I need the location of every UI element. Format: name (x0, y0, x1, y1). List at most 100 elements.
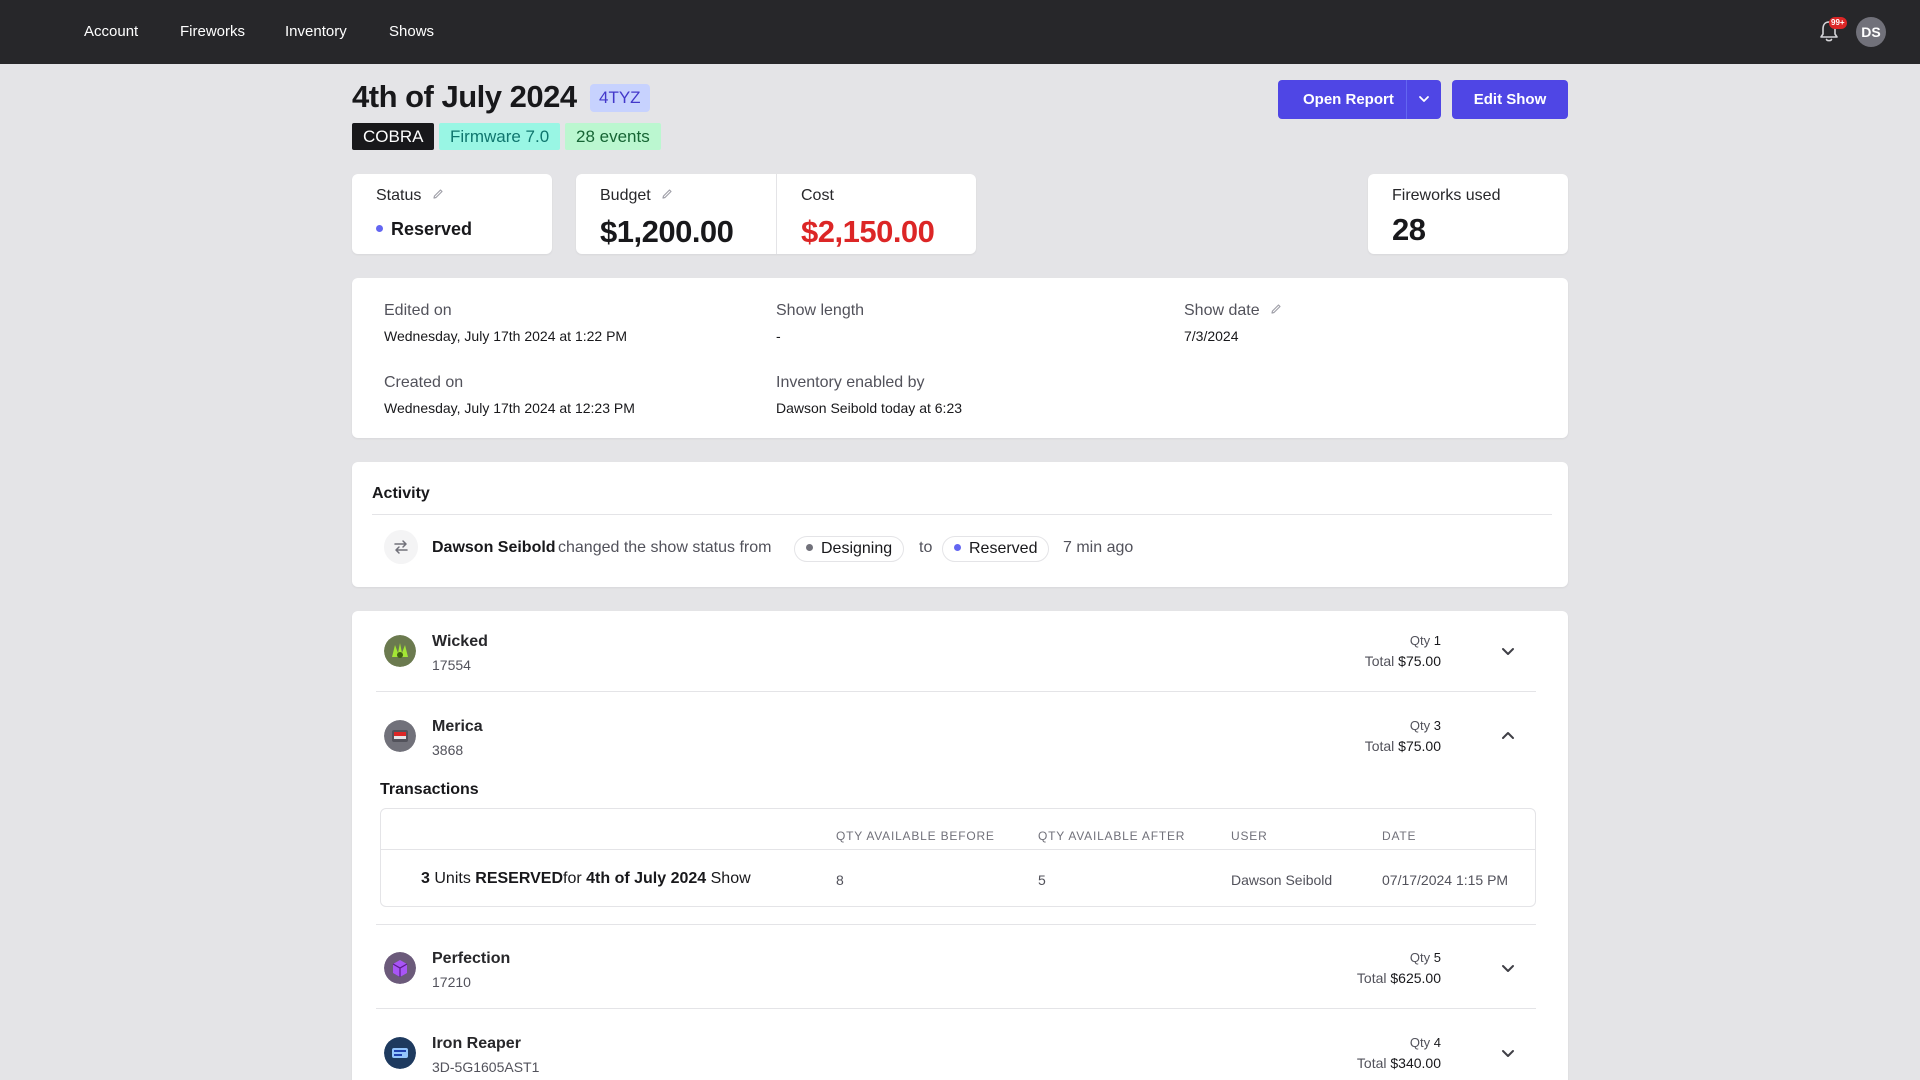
firework-thumbnail-icon (384, 635, 416, 667)
total-label: Total (1356, 970, 1387, 986)
activity-action: changed the show status from (558, 539, 772, 556)
tx-for-word: for (563, 870, 582, 887)
status-pill-to: Reserved (942, 536, 1050, 562)
status-label-row: Status (376, 187, 444, 205)
total-label: Total (1356, 1055, 1387, 1071)
avatar[interactable]: DS (1856, 17, 1886, 47)
total-value: $625.00 (1390, 970, 1441, 986)
item-qty: Qty 1 (1410, 633, 1441, 648)
show-date-label: Show date (1184, 302, 1260, 319)
edited-on-value: Wednesday, July 17th 2024 at 1:22 PM (384, 328, 628, 344)
top-nav: Account Fireworks Inventory Shows 99+ DS (0, 0, 1920, 64)
edit-show-button[interactable]: Edit Show (1452, 80, 1568, 119)
item-total: Total $75.00 (1365, 738, 1441, 754)
tag-events: 28 events (565, 123, 661, 150)
swap-icon (384, 530, 418, 564)
item-total: Total $75.00 (1365, 653, 1441, 669)
tx-qty-after: 5 (1038, 872, 1046, 888)
chevron-down-icon[interactable] (1498, 1043, 1518, 1063)
table-divider (381, 849, 1535, 850)
total-value: $340.00 (1390, 1055, 1441, 1071)
total-value: $75.00 (1398, 653, 1441, 669)
firework-thumbnail-icon (384, 720, 416, 752)
nav-fireworks[interactable]: Fireworks (180, 23, 245, 40)
qty-label: Qty (1409, 950, 1431, 965)
item-name: Merica (432, 718, 483, 735)
qty-value: 3 (1433, 718, 1441, 733)
details-card: Edited on Wednesday, July 17th 2024 at 1… (352, 278, 1568, 438)
item-total: Total $340.00 (1357, 1055, 1441, 1071)
item-code: 17210 (432, 974, 471, 990)
status-card: Status Reserved (352, 174, 552, 254)
chevron-down-icon[interactable] (1415, 90, 1433, 108)
row-divider (376, 924, 1536, 925)
chevron-down-icon[interactable] (1498, 958, 1518, 978)
list-item[interactable]: Iron Reaper 3D-5G1605AST1 Qty 4 Total $3… (376, 1013, 1536, 1080)
chevron-down-icon[interactable] (1498, 641, 1518, 661)
tx-show-name: 4th of July 2024 (586, 870, 707, 887)
tx-units: 3 (421, 870, 430, 887)
list-item[interactable]: Merica 3868 Qty 3 Total $75.00 (376, 696, 1536, 780)
inventory-enabled-label: Inventory enabled by (776, 374, 925, 391)
items-card: Wicked 17554 Qty 1 Total $75.00 Merica 3… (352, 611, 1568, 1080)
item-qty: Qty 5 (1410, 950, 1441, 965)
pencil-icon[interactable] (661, 188, 673, 200)
fireworks-used-value: 28 (1392, 212, 1426, 247)
budget-label-row: Budget (600, 187, 673, 205)
activity-divider (372, 514, 1552, 515)
tx-action: RESERVED (475, 870, 563, 887)
tx-show-word: Show (710, 870, 751, 887)
status-text: Reserved (391, 219, 473, 239)
item-code: 17554 (432, 657, 471, 673)
nav-inventory[interactable]: Inventory (285, 23, 347, 40)
firework-thumbnail-icon (384, 952, 416, 984)
fireworks-used-label: Fireworks used (1392, 187, 1501, 204)
item-qty: Qty 4 (1410, 1035, 1441, 1050)
activity-card: Activity Dawson Seibold changed the show… (352, 462, 1568, 587)
tag-cobra: COBRA (352, 123, 435, 150)
column-header: QTY AVAILABLE AFTER (1038, 829, 1186, 843)
status-pill-from: Designing (794, 536, 905, 562)
total-label: Total (1364, 653, 1395, 669)
edited-on-label: Edited on (384, 302, 452, 319)
transactions-table: QTY AVAILABLE BEFORE QTY AVAILABLE AFTER… (380, 808, 1536, 907)
page-title: 4th of July 2024 (352, 79, 577, 114)
activity-time: 7 min ago (1063, 539, 1134, 556)
list-item[interactable]: Perfection 17210 Qty 5 Total $625.00 (376, 928, 1536, 1012)
activity-title: Activity (372, 485, 430, 502)
show-length-value: - (776, 328, 781, 344)
chevron-up-icon[interactable] (1498, 726, 1518, 746)
open-report-button[interactable]: Open Report (1278, 80, 1441, 119)
activity-user[interactable]: Dawson Seibold (432, 539, 556, 557)
tx-date: 07/17/2024 1:15 PM (1382, 872, 1509, 888)
budget-cost-card: Budget $1,200.00 Cost $2,150.00 (576, 174, 976, 254)
card-divider (776, 174, 777, 254)
status-dot (954, 544, 961, 551)
show-length-label: Show length (776, 302, 865, 319)
show-date-label-row: Show date (1184, 302, 1282, 320)
created-on-value: Wednesday, July 17th 2024 at 12:23 PM (384, 400, 635, 416)
pencil-icon[interactable] (432, 188, 444, 200)
nav-shows[interactable]: Shows (389, 23, 434, 40)
transactions-title: Transactions (380, 781, 479, 798)
tx-units-word: Units (434, 870, 471, 887)
pencil-icon[interactable] (1270, 303, 1282, 315)
transaction-description: 3 Units RESERVEDfor 4th of July 2024 Sho… (421, 870, 751, 888)
notification-badge: 99+ (1829, 17, 1847, 29)
qty-value: 5 (1433, 950, 1441, 965)
nav-account[interactable]: Account (84, 23, 138, 40)
total-label: Total (1364, 738, 1395, 754)
qty-value: 1 (1433, 633, 1441, 648)
status-dot (376, 225, 383, 232)
list-item[interactable]: Wicked 17554 Qty 1 Total $75.00 (376, 611, 1536, 695)
total-value: $75.00 (1398, 738, 1441, 754)
status-label: Status (376, 187, 422, 204)
cost-value: $2,150.00 (801, 214, 935, 249)
fireworks-used-card: Fireworks used 28 (1368, 174, 1568, 254)
activity-connector: to (919, 539, 933, 556)
qty-label: Qty (1409, 1035, 1431, 1050)
inventory-enabled-value: Dawson Seibold today at 6:23 (776, 400, 963, 416)
item-name: Wicked (432, 633, 488, 650)
row-divider (376, 1008, 1536, 1009)
column-header: QTY AVAILABLE BEFORE (836, 829, 995, 843)
